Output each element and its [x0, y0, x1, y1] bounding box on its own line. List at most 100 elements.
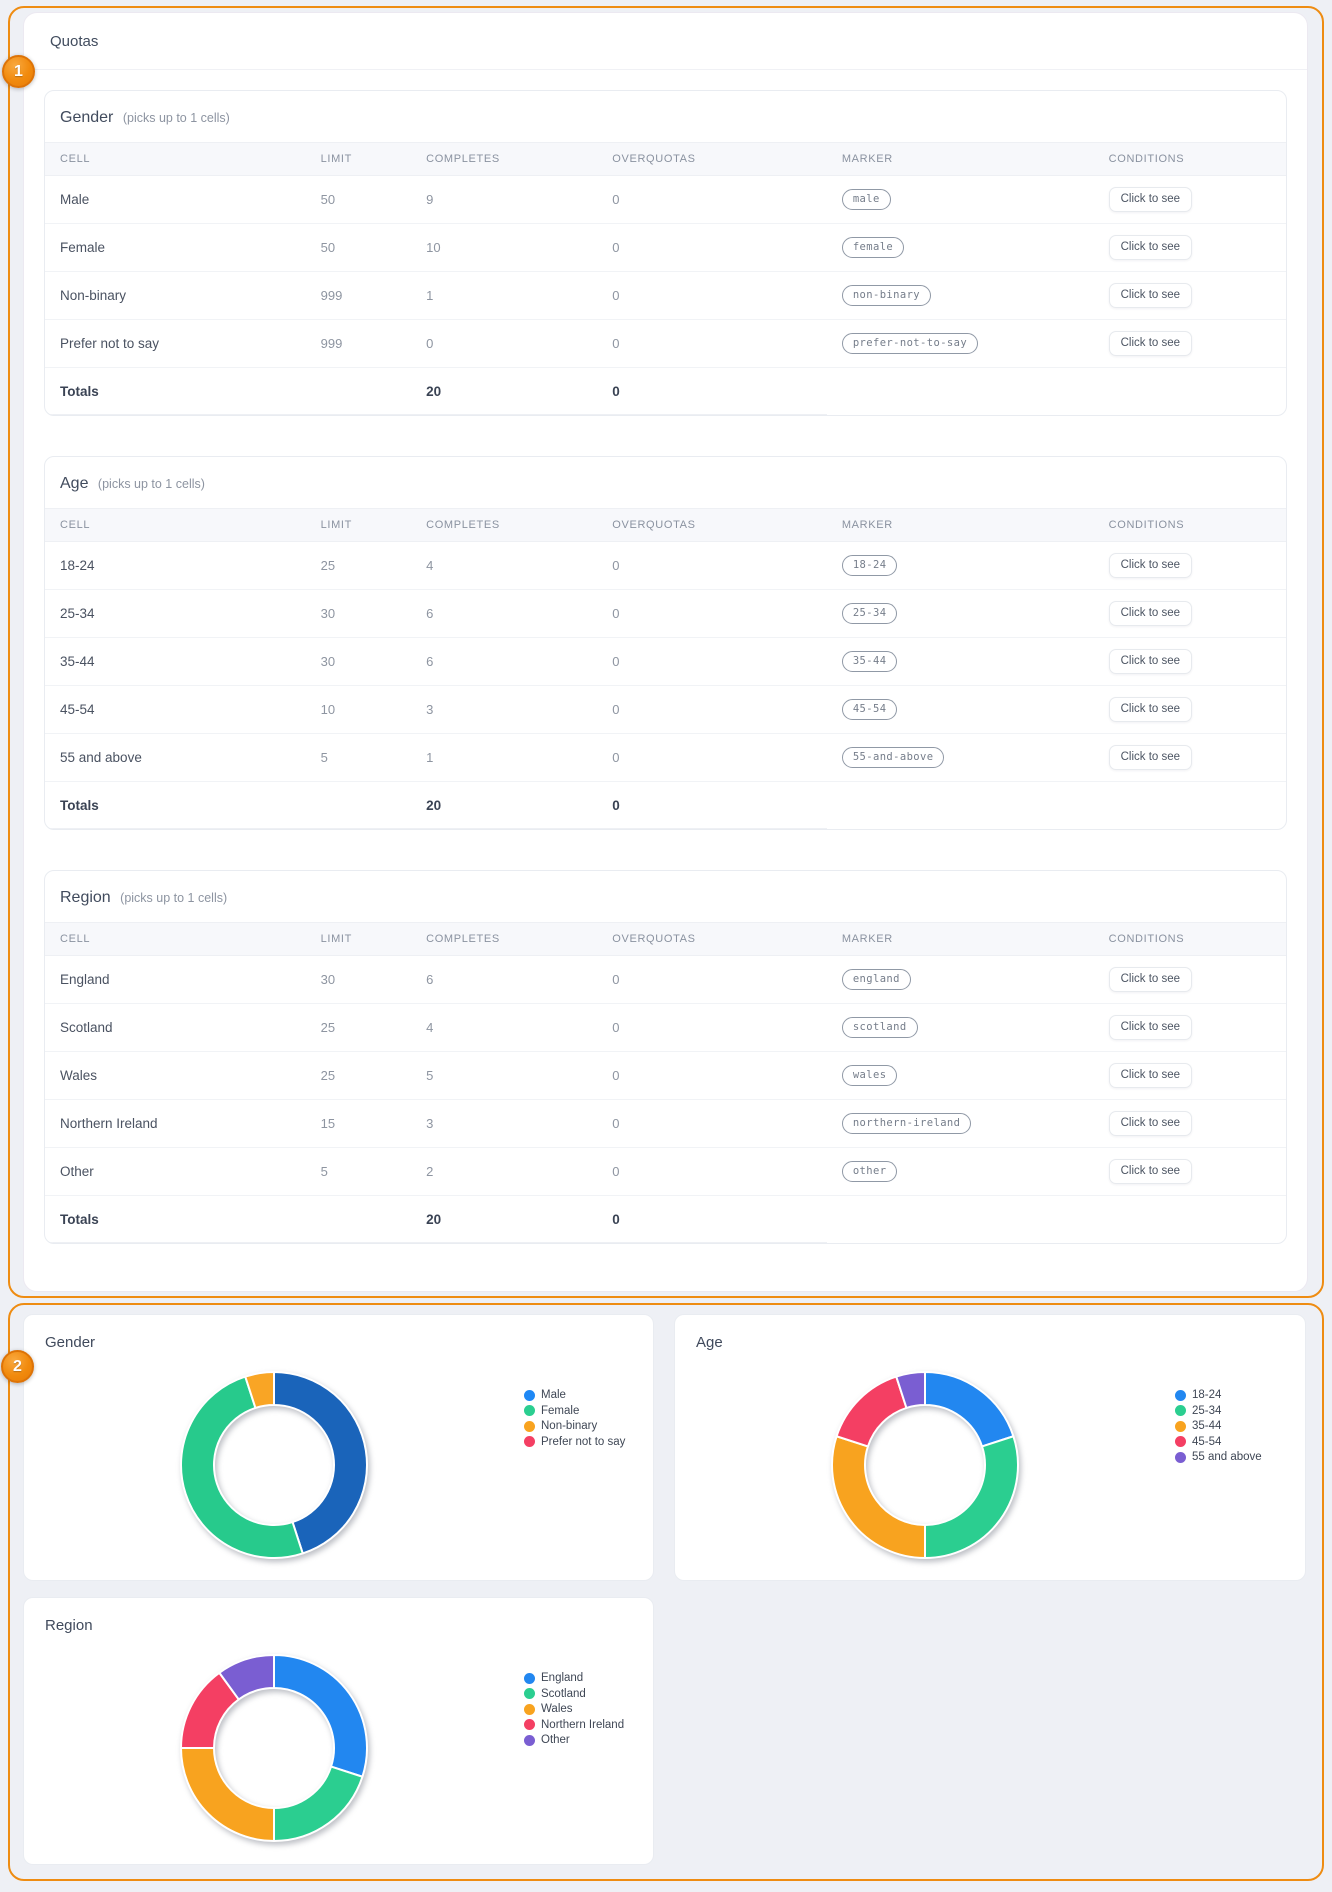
marker-cell: other: [827, 1161, 1094, 1182]
click-to-see-button[interactable]: Click to see: [1108, 235, 1193, 260]
chart-body: Male Female Non-binary Prefer not to say: [24, 1351, 653, 1578]
legend-item: Female: [524, 1405, 625, 1417]
limit-value: 30: [320, 654, 336, 669]
quota-tables: Gender (picks up to 1 cells) CELL LIMIT CO…: [24, 70, 1307, 1264]
click-to-see-button[interactable]: Click to see: [1108, 1111, 1193, 1136]
marker-cell: 18-24: [827, 555, 1094, 576]
marker-cell: 35-44: [827, 651, 1094, 672]
legend-label: 35-44: [1192, 1420, 1222, 1432]
table-row: Female 50 10 0 female Click to see: [45, 224, 1286, 272]
conditions-cell: Click to see: [1094, 331, 1286, 356]
chart-card: Gender Male Female Non-binary Prefer not to…: [23, 1314, 654, 1581]
legend-label: England: [541, 1672, 584, 1684]
click-to-see-button[interactable]: Click to see: [1108, 283, 1193, 308]
overquotas-value: 0: [612, 1020, 620, 1035]
chart-legend: Male Female Non-binary Prefer not to say: [524, 1389, 625, 1448]
marker-pill: scotland: [841, 1017, 918, 1038]
table-row: 55 and above 5 1 0 55-and-above Click to see: [45, 734, 1286, 782]
table-head-row: CELL LIMIT COMPLETES OVERQUOTAS MARKER CONDIT…: [45, 508, 1286, 542]
legend-label: Female: [541, 1404, 580, 1417]
table-head-row: CELL LIMIT COMPLETES OVERQUOTAS MARKER CONDIT…: [45, 922, 1286, 956]
table-row: Other 5 2 0 other Click to see: [45, 1148, 1286, 1196]
overquotas-value: 0: [612, 654, 620, 669]
column-header: OVERQUOTAS: [612, 519, 696, 531]
cell-value: Northern Ireland: [60, 1116, 158, 1131]
legend-label: 25-34: [1192, 1404, 1222, 1417]
legend-dot: [524, 1719, 535, 1730]
totals-completes: 20: [426, 384, 442, 399]
legend-label: Northern Ireland: [541, 1718, 625, 1731]
click-to-see-button[interactable]: Click to see: [1108, 697, 1193, 722]
click-to-see-button[interactable]: Click to see: [1108, 187, 1193, 212]
overquotas-value: 0: [612, 240, 620, 255]
table-row: 18-24 25 4 0 18-24 Click to see: [45, 542, 1286, 590]
column-header: CELL: [60, 519, 91, 531]
click-to-see-button[interactable]: Click to see: [1108, 967, 1193, 992]
quota-table-note: (picks up to 1 cells): [97, 477, 205, 491]
click-to-see-button[interactable]: Click to see: [1108, 1063, 1193, 1088]
click-to-see-button[interactable]: Click to see: [1108, 745, 1193, 770]
marker-pill: northern-ireland: [841, 1113, 972, 1134]
click-to-see-button[interactable]: Click to see: [1108, 601, 1193, 626]
cell-value: Other: [60, 1164, 94, 1179]
totals-row: Totals 20 0: [45, 782, 1286, 829]
marker-pill: 45-54: [841, 699, 898, 720]
column-header: MARKER: [841, 153, 893, 165]
legend-dot: [524, 1703, 535, 1715]
column-header: OVERQUOTAS: [612, 933, 696, 945]
legend-dot: [1175, 1405, 1186, 1416]
table-row: England 30 6 0 england Click to see: [45, 956, 1286, 1004]
table-row: Wales 25 5 0 wales Click to see: [45, 1052, 1286, 1100]
donut-slice: [831, 1434, 926, 1559]
cell-value: 18-24: [60, 558, 95, 573]
table-row: 25-34 30 6 0 25-34 Click to see: [45, 590, 1286, 638]
overquotas-value: 0: [612, 750, 620, 765]
marker-pill: other: [841, 1161, 898, 1182]
quota-table-card: Region (picks up to 1 cells) CELL LIMIT CO…: [44, 870, 1287, 1244]
conditions-cell: Click to see: [1094, 967, 1286, 992]
table-head-row: CELL LIMIT COMPLETES OVERQUOTAS MARKER CONDIT…: [45, 142, 1286, 176]
cell-value: 55 and above: [60, 750, 142, 765]
chart-card: Region England Scotland Wales Northern Irel…: [23, 1597, 654, 1865]
table-body: 18-24 25 4 0 18-24 Click to see 25-34 30 6 0 25-34…: [45, 542, 1286, 829]
conditions-cell: Click to see: [1094, 1111, 1286, 1136]
legend-label: Wales: [541, 1703, 573, 1715]
legend-dot: [524, 1672, 535, 1684]
cell-value: Female: [60, 240, 106, 255]
click-to-see-button[interactable]: Click to see: [1108, 1015, 1193, 1040]
click-to-see-button[interactable]: Click to see: [1108, 553, 1193, 578]
completes-value: 10: [426, 240, 441, 255]
column-header: COMPLETES: [426, 933, 500, 945]
legend-item: Northern Ireland: [524, 1719, 624, 1731]
overquotas-value: 0: [612, 702, 620, 717]
table-body: England 30 6 0 england Click to see Scotland 25…: [45, 956, 1286, 1243]
legend-dot: [1175, 1451, 1186, 1463]
conditions-cell: Click to see: [1094, 1159, 1286, 1184]
click-to-see-button[interactable]: Click to see: [1108, 331, 1193, 356]
cell-value: Male: [60, 192, 90, 207]
overquotas-value: 0: [612, 558, 620, 573]
limit-value: 30: [320, 972, 336, 987]
quota-table-header: Age (picks up to 1 cells): [45, 457, 1286, 508]
conditions-cell: Click to see: [1094, 1015, 1286, 1040]
click-to-see-button[interactable]: Click to see: [1108, 649, 1193, 674]
annotation-badge-1: 1: [2, 55, 35, 88]
conditions-cell: Click to see: [1094, 553, 1286, 578]
limit-value: 25: [320, 558, 336, 573]
column-header: CONDITIONS: [1108, 933, 1185, 945]
cell-value: England: [60, 972, 110, 987]
legend-dot: [1175, 1389, 1186, 1401]
click-to-see-button[interactable]: Click to see: [1108, 1159, 1193, 1184]
donut-slice: [180, 1747, 275, 1842]
legend-dot: [1175, 1420, 1186, 1432]
limit-value: 5: [320, 1164, 328, 1179]
totals-label: Totals: [60, 1212, 99, 1227]
limit-value: 50: [320, 240, 336, 255]
chart-legend: England Scotland Wales Northern Ireland Othe…: [524, 1672, 624, 1746]
chart-title: Region: [45, 1617, 93, 1634]
totals-completes: 20: [426, 1212, 442, 1227]
legend-label: Prefer not to say: [541, 1435, 626, 1448]
donut-chart: [180, 1654, 368, 1842]
conditions-cell: Click to see: [1094, 1063, 1286, 1088]
marker-cell: scotland: [827, 1017, 1094, 1038]
